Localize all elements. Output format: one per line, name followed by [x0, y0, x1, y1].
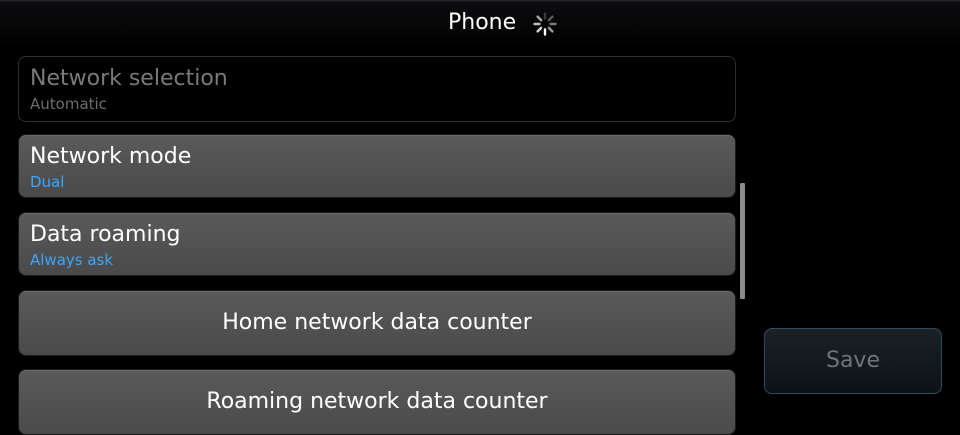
roaming-network-data-counter-button[interactable]: Roaming network data counter: [18, 369, 736, 435]
home-network-data-counter-label: Home network data counter: [222, 310, 532, 335]
data-roaming-item[interactable]: Data roaming Always ask: [18, 212, 736, 276]
network-mode-value: Dual: [30, 173, 65, 191]
loading-spinner-icon: [533, 12, 557, 36]
title-bar: Phone: [0, 0, 960, 48]
scrollbar[interactable]: [740, 183, 745, 299]
data-roaming-value: Always ask: [30, 251, 114, 269]
network-selection-label: Network selection: [30, 66, 228, 91]
roaming-network-data-counter-label: Roaming network data counter: [206, 389, 548, 414]
home-network-data-counter-button[interactable]: Home network data counter: [18, 290, 736, 356]
page-title: Phone: [448, 10, 517, 35]
network-mode-item[interactable]: Network mode Dual: [18, 134, 736, 198]
network-selection-item: Network selection Automatic: [18, 56, 736, 122]
save-button[interactable]: Save: [764, 328, 942, 394]
data-roaming-label: Data roaming: [30, 222, 181, 247]
network-selection-value: Automatic: [30, 95, 107, 113]
network-mode-label: Network mode: [30, 144, 192, 169]
